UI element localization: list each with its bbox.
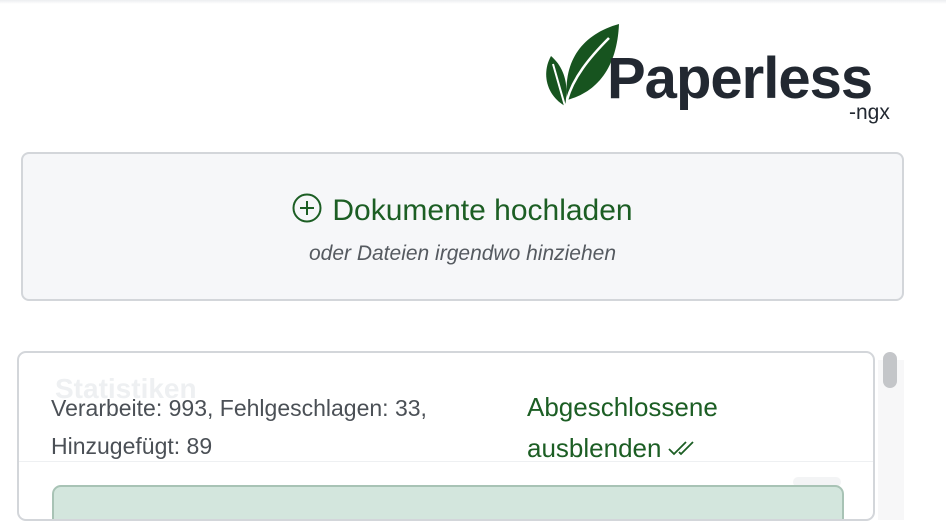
card-divider [19,461,873,462]
upload-button[interactable]: Dokumente hochladen [23,193,902,228]
double-check-icon [668,441,695,456]
app-logo: Paperless -ngx [543,22,913,124]
stats-summary-line-2: Hinzugefügt: 89 [51,433,213,459]
hide-completed-label-2: ausblenden [527,433,662,463]
plus-circle-icon [292,193,322,223]
stats-summary-line-1: Verarbeite: 993, Fehlgeschlagen: 33, [51,395,427,421]
logo-wordmark: Paperless [607,46,873,111]
stats-card: Statistiken Verarbeite: 993, Fehlgeschla… [17,351,875,521]
stats-summary: Verarbeite: 993, Fehlgeschlagen: 33, Hin… [51,389,511,465]
status-alert [52,485,844,519]
hide-completed-label-1: Abgeschlossene [527,392,718,422]
top-edge [0,0,946,4]
logo-suffix: -ngx [849,101,890,124]
upload-title: Dokumente hochladen [332,194,633,227]
hide-completed-button[interactable]: Abgeschlossene ausblenden [527,387,777,469]
upload-dropzone[interactable]: Dokumente hochladen oder Dateien irgendw… [21,152,904,301]
scrollbar-thumb[interactable] [883,352,897,388]
upload-subtitle: oder Dateien irgendwo hinziehen [308,242,617,265]
scrollbar[interactable] [878,350,904,520]
